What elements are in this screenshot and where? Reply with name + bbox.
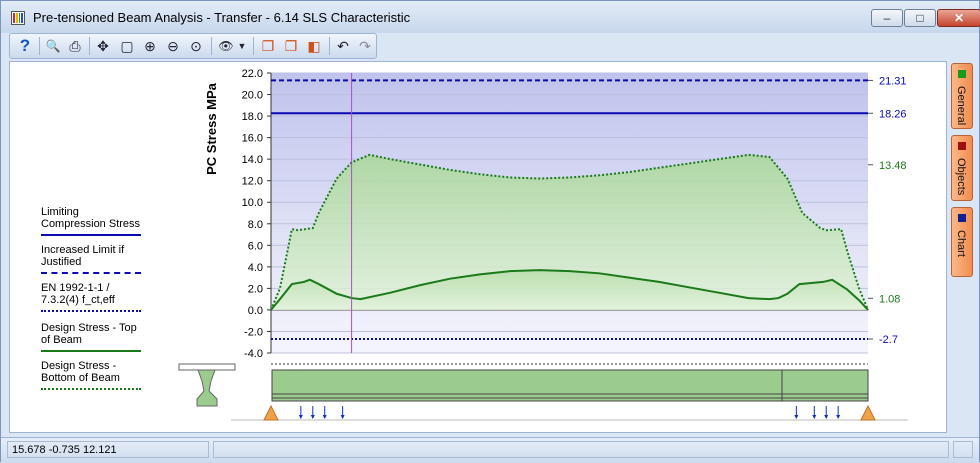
- load-arrowhead-icon: [322, 415, 327, 419]
- load-arrowhead-icon: [794, 415, 799, 419]
- tab-objects-label: Objects: [955, 158, 967, 196]
- right-value-label: -2.7: [879, 334, 898, 346]
- app-window: Pre-tensioned Beam Analysis - Transfer -…: [0, 0, 980, 462]
- y-tick-label: 8.0: [248, 219, 263, 231]
- y-tick-label: 22.0: [242, 68, 263, 80]
- status-bar: 15.678 -0.735 12.121: [1, 437, 979, 462]
- stress-chart[interactable]: -4.0 -2.0 0.0 2.0 4.0 6.0 8.0 10.0 12.0 14.0 16.0 1…: [1, 1, 980, 463]
- objects-tab-icon: [958, 142, 966, 150]
- resize-grip-icon[interactable]: [953, 441, 973, 458]
- y-axis-ticks: -4.0 -2.0 0.0 2.0 4.0 6.0 8.0 10.0 12.0 14.0 16.0 1…: [242, 68, 272, 360]
- load-arrowhead-icon: [812, 415, 817, 419]
- y-tick-label: 20.0: [242, 90, 263, 102]
- load-arrowhead-icon: [340, 415, 345, 419]
- supports: [263, 404, 876, 421]
- load-arrowhead-icon: [836, 415, 841, 419]
- y-tick-label: -4.0: [244, 348, 263, 360]
- y-tick-label: -2.0: [244, 326, 263, 338]
- y-tick-label: 16.0: [242, 133, 263, 145]
- load-arrowhead-icon: [298, 415, 303, 419]
- beam-cross-section: [178, 363, 236, 407]
- chart-tab-icon: [958, 214, 966, 222]
- y-tick-label: 12.0: [242, 176, 263, 188]
- y-tick-label: 4.0: [248, 262, 263, 274]
- y-tick-label: 10.0: [242, 197, 263, 209]
- load-arrowhead-icon: [310, 415, 315, 419]
- y-tick-label: 0.0: [248, 305, 263, 317]
- y-tick-label: 6.0: [248, 240, 263, 252]
- tab-chart[interactable]: Chart: [951, 207, 973, 277]
- stress-areas: [271, 154, 868, 310]
- point-loads: [298, 406, 841, 419]
- status-coordinates: 15.678 -0.735 12.121: [7, 441, 209, 458]
- support-left-icon: [263, 404, 279, 421]
- right-value-labels: 21.31 18.26 -2.7 13.48 1.08: [868, 75, 907, 346]
- load-arrowhead-icon: [824, 415, 829, 419]
- right-value-label: 13.48: [879, 160, 907, 172]
- right-value-label: 21.31: [879, 75, 907, 87]
- tab-general-label: General: [955, 86, 967, 126]
- right-value-label: 18.26: [879, 108, 907, 120]
- status-panel: [213, 441, 949, 458]
- tab-objects[interactable]: Objects: [951, 135, 973, 201]
- y-tick-label: 2.0: [248, 283, 263, 295]
- support-right-icon: [860, 404, 876, 421]
- y-tick-label: 18.0: [242, 111, 263, 123]
- tab-general[interactable]: General: [951, 63, 973, 129]
- beam-elevation: [231, 363, 908, 421]
- y-axis-label: PC Stress MPa: [204, 82, 219, 175]
- tab-chart-label: Chart: [955, 230, 967, 257]
- right-value-label: 1.08: [879, 293, 900, 305]
- general-tab-icon: [958, 70, 966, 78]
- y-tick-label: 14.0: [242, 154, 263, 166]
